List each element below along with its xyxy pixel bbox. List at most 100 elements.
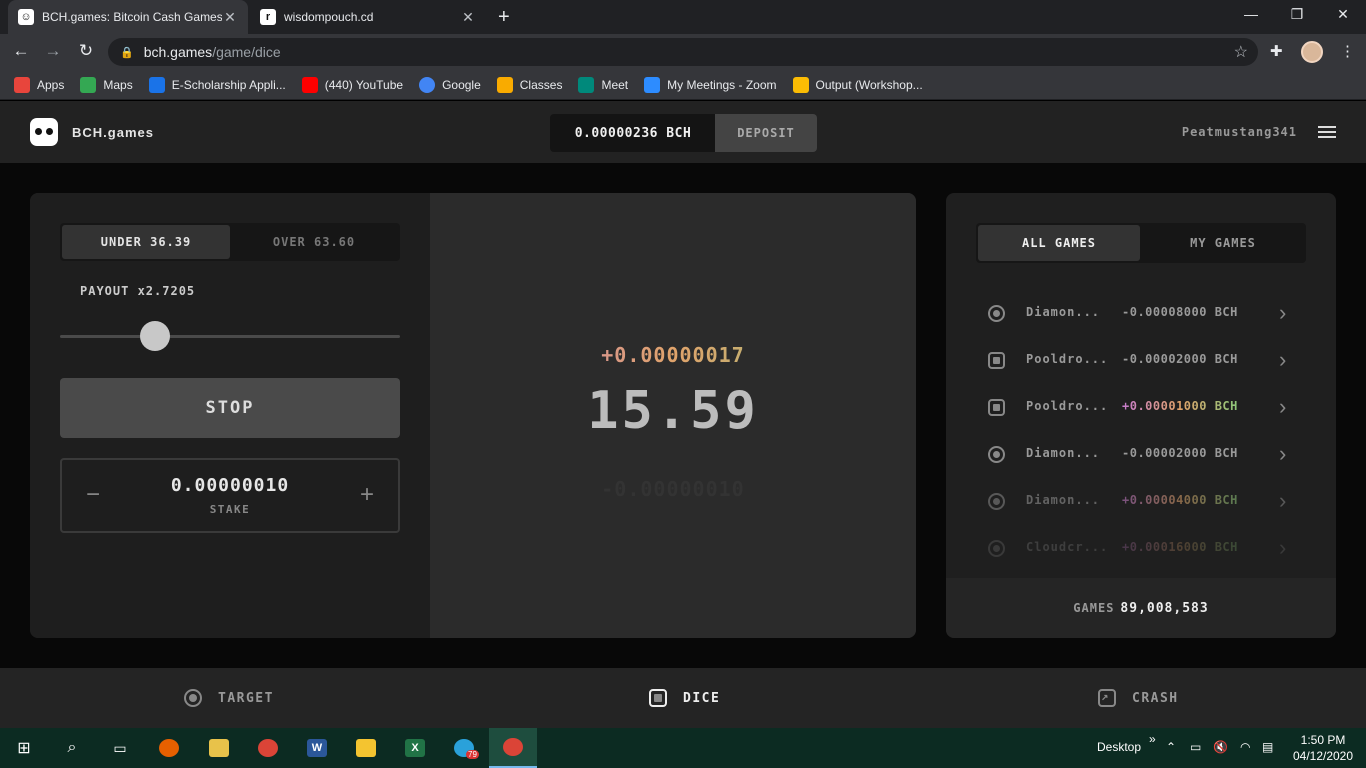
task-view-icon[interactable]: ▭: [96, 728, 144, 768]
chrome-active-icon[interactable]: [489, 728, 537, 768]
back-icon[interactable]: ←: [10, 41, 32, 61]
file-explorer-icon[interactable]: [342, 728, 390, 768]
excel-icon[interactable]: X: [391, 728, 439, 768]
clock-time: 1:50 PM: [1300, 733, 1346, 747]
bookmark-maps[interactable]: Maps: [80, 76, 133, 93]
dice-game-panel: UNDER 36.39 OVER 63.60 PAYOUT x2.7205 ST…: [30, 193, 916, 638]
chance-slider-thumb[interactable]: [139, 321, 170, 351]
bookmark-meet[interactable]: Meet: [578, 76, 628, 93]
all-games-tab[interactable]: ALL GAMES: [978, 225, 1140, 261]
history-filter-toggle: ALL GAMES MY GAMES: [976, 223, 1306, 263]
chevron-right-icon[interactable]: ›: [1279, 441, 1286, 467]
tab-wisdompouch[interactable]: r wisdompouch.cd ✕: [250, 0, 486, 34]
bookmark-zoom[interactable]: My Meetings - Zoom: [644, 76, 777, 93]
crash-icon: [1098, 689, 1116, 707]
chevron-right-icon[interactable]: ›: [1279, 347, 1286, 373]
chance-slider-track[interactable]: [60, 335, 400, 338]
loss-amount: -0.00000010: [601, 477, 745, 501]
history-row[interactable]: Pooldro... -0.00002000 BCH ›: [946, 337, 1336, 384]
browser-menu-icon[interactable]: ⋮: [1340, 42, 1355, 60]
battery-icon[interactable]: ▭: [1190, 740, 1201, 754]
bookmark-e-scholarship[interactable]: E-Scholarship Appli...: [148, 76, 286, 93]
extensions-icon[interactable]: ✚: [1270, 42, 1283, 60]
close-tab-icon[interactable]: ✕: [460, 9, 476, 26]
file-explorer-photos-icon[interactable]: [195, 728, 243, 768]
firefox-icon[interactable]: [145, 728, 193, 768]
windows-start-icon[interactable]: ⊞: [0, 728, 48, 768]
bookmark-label: My Meetings - Zoom: [667, 77, 777, 92]
nav-dice[interactable]: DICE: [649, 668, 720, 728]
dice-result-area: +0.00000017 15.59 -0.00000010: [430, 193, 916, 638]
youtube-icon: [301, 76, 318, 93]
chevron-right-icon[interactable]: ›: [1279, 535, 1286, 561]
bookmark-google[interactable]: Google: [419, 76, 481, 93]
chevron-right-icon[interactable]: ›: [1279, 394, 1286, 420]
roll-result: 15.59: [587, 381, 759, 441]
stake-value[interactable]: 0.00000010: [62, 475, 398, 496]
brand-name[interactable]: BCH.games: [72, 125, 154, 140]
search-icon[interactable]: ⌕: [48, 728, 96, 768]
bookmark-youtube[interactable]: (440) YouTube: [301, 76, 404, 93]
show-hidden-icons-icon[interactable]: ⌃: [1166, 740, 1176, 754]
system-clock[interactable]: 1:50 PM 04/12/2020: [1288, 732, 1358, 764]
dice-icon: [988, 399, 1005, 416]
bookmark-star-icon[interactable]: ☆: [1234, 42, 1248, 62]
forward-icon[interactable]: →: [42, 41, 64, 61]
nav-target-label: TARGET: [218, 690, 274, 706]
nav-crash[interactable]: CRASH: [1098, 668, 1179, 728]
history-row[interactable]: Diamon... -0.00008000 BCH ›: [946, 290, 1336, 337]
minimize-icon[interactable]: —: [1228, 6, 1274, 22]
bch-games-logo-icon[interactable]: [30, 118, 58, 146]
target-icon: [184, 689, 202, 707]
deposit-button[interactable]: DEPOSIT: [715, 114, 817, 152]
nav-target[interactable]: TARGET: [184, 668, 274, 728]
hamburger-menu-icon[interactable]: [1318, 126, 1336, 138]
bookmark-output-workshop[interactable]: Output (Workshop...: [792, 76, 923, 93]
new-tab-icon[interactable]: +: [498, 6, 510, 29]
history-row[interactable]: Diamon... -0.00002000 BCH ›: [946, 431, 1336, 478]
bookmark-label: Google: [442, 77, 481, 92]
word-icon[interactable]: W: [293, 728, 341, 768]
address-bar[interactable]: 🔒 bch.games/game/dice ☆: [108, 38, 1258, 66]
games-counter-value: 89,008,583: [1120, 600, 1209, 616]
window-close-icon[interactable]: ✕: [1320, 6, 1366, 23]
over-button[interactable]: OVER 63.60: [230, 225, 398, 259]
tab-bch-games[interactable]: ☺ BCH.games: Bitcoin Cash Games ✕: [8, 0, 248, 34]
telegram-icon[interactable]: 79: [440, 728, 488, 768]
history-row[interactable]: Cloudcr... +0.00016000 BCH ›: [946, 525, 1336, 572]
bookmark-label: (440) YouTube: [324, 77, 404, 92]
username[interactable]: Peatmustang341: [1182, 125, 1297, 139]
chrome-icon[interactable]: [244, 728, 292, 768]
reload-icon[interactable]: ↻: [75, 41, 97, 61]
notification-icon[interactable]: ▤: [1262, 740, 1273, 754]
my-games-tab[interactable]: MY GAMES: [1142, 225, 1304, 261]
lock-icon: 🔒: [120, 46, 134, 59]
stop-button[interactable]: STOP: [60, 378, 400, 438]
clock-date: 04/12/2020: [1292, 749, 1354, 763]
tab-title: wisdompouch.cd: [284, 10, 374, 24]
stake-increase-button[interactable]: +: [350, 478, 384, 512]
chevron-right-icon[interactable]: »: [1149, 732, 1156, 746]
nav-crash-label: CRASH: [1132, 690, 1179, 706]
browser-tab-strip: ☺ BCH.games: Bitcoin Cash Games ✕ r wisd…: [0, 0, 1366, 34]
history-row[interactable]: Diamon... +0.00004000 BCH ›: [946, 478, 1336, 525]
url-host: bch.games: [143, 44, 213, 60]
close-tab-icon[interactable]: ✕: [222, 9, 238, 26]
target-icon: [988, 305, 1005, 322]
bookmark-apps[interactable]: Apps: [14, 76, 64, 93]
target-icon: [988, 493, 1005, 510]
profile-avatar[interactable]: [1301, 41, 1323, 63]
desktop-toolbar[interactable]: Desktop: [1097, 740, 1141, 754]
history-game-name: Pooldro...: [1026, 352, 1109, 366]
stake-stepper: − 0.00000010 STAKE +: [60, 458, 400, 533]
history-amount: -0.00002000 BCH: [1122, 446, 1238, 460]
volume-muted-icon[interactable]: 🔇: [1213, 740, 1228, 754]
under-button[interactable]: UNDER 36.39: [62, 225, 230, 259]
chevron-right-icon[interactable]: ›: [1279, 488, 1286, 514]
chevron-right-icon[interactable]: ›: [1279, 300, 1286, 326]
wifi-icon[interactable]: ◠: [1240, 740, 1250, 754]
maximize-icon[interactable]: ❐: [1274, 6, 1320, 23]
bookmark-classes[interactable]: Classes: [496, 76, 562, 93]
windows-taskbar: ⊞ ⌕ ▭ W X 79 Desktop » ⌃ ▭ 🔇 ◠ ▤ 1:50 PM…: [0, 728, 1366, 768]
history-row[interactable]: Pooldro... +0.00001000 BCH ›: [946, 384, 1336, 431]
